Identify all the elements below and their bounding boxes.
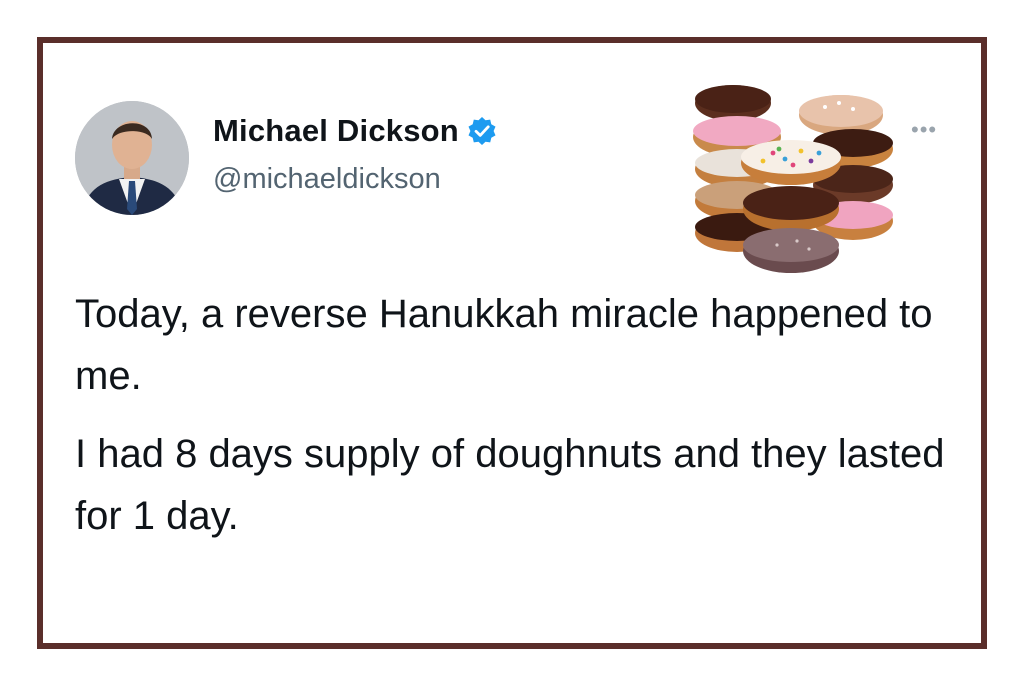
doughnuts-image xyxy=(693,73,903,283)
tweet-paragraph: Today, a reverse Hanukkah miracle happen… xyxy=(75,292,933,398)
avatar[interactable] xyxy=(75,101,189,215)
more-options-icon[interactable]: ••• xyxy=(911,117,937,143)
avatar-portrait xyxy=(75,101,189,215)
verified-badge-icon xyxy=(467,116,497,146)
picture-frame: Michael Dickson @michaeldickson ••• Toda… xyxy=(37,37,987,649)
author-display-name[interactable]: Michael Dickson xyxy=(213,113,459,149)
tweet-text: Today, a reverse Hanukkah miracle happen… xyxy=(75,283,945,547)
tweet-paragraph: I had 8 days supply of doughnuts and the… xyxy=(75,432,945,538)
author-name-row: Michael Dickson xyxy=(213,113,497,149)
author-handle[interactable]: @michaeldickson xyxy=(213,163,441,196)
tweet-card: Michael Dickson @michaeldickson ••• Toda… xyxy=(43,43,981,643)
